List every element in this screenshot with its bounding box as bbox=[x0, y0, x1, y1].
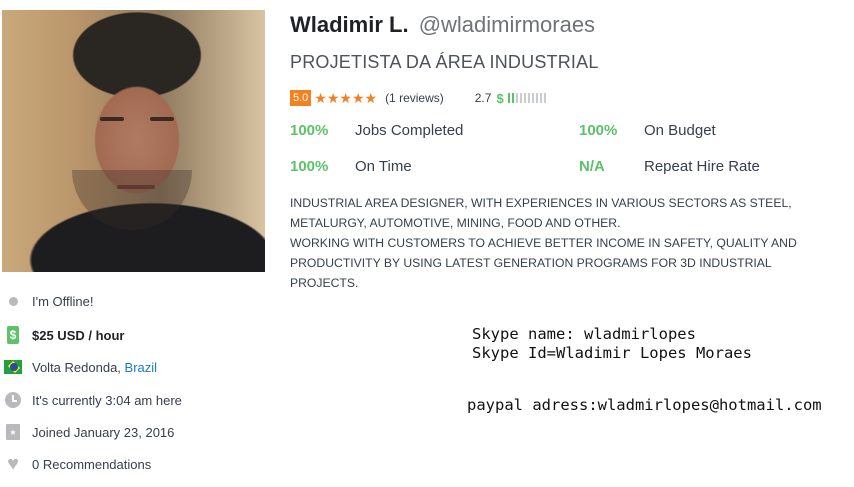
paypal-address: paypal adress:wladmirlopes@hotmail.com bbox=[467, 396, 822, 414]
money-icon: $ bbox=[4, 326, 22, 344]
earnings-bar bbox=[543, 93, 546, 103]
heart-icon: ♥ bbox=[7, 453, 19, 475]
location: Volta Redonda, Brazil bbox=[4, 358, 157, 376]
photo-mouth bbox=[117, 185, 155, 189]
skype-name: Skype name: wladmirlopes bbox=[472, 325, 696, 343]
country-link[interactable]: Brazil bbox=[125, 360, 158, 375]
earnings-bar bbox=[515, 93, 518, 103]
star-rating-icon: ★★★★★ bbox=[314, 89, 378, 106]
stat-value: 100% bbox=[290, 158, 329, 175]
earnings-bar bbox=[535, 93, 538, 103]
recommendations: ♥ 0 Recommendations bbox=[4, 453, 152, 475]
earnings-bar bbox=[523, 93, 526, 103]
stat-label: On Time bbox=[355, 158, 412, 175]
clock-icon bbox=[4, 391, 22, 409]
joined-date: ★ Joined January 23, 2016 bbox=[4, 423, 174, 441]
earnings-bar bbox=[539, 93, 542, 103]
stat-value: 100% bbox=[579, 122, 618, 139]
earnings-bar bbox=[519, 93, 522, 103]
earnings-bar bbox=[511, 93, 514, 103]
local-time: It's currently 3:04 am here bbox=[4, 391, 182, 409]
recommendations-text: 0 Recommendations bbox=[32, 456, 152, 472]
status-text: I'm Offline! bbox=[32, 293, 94, 309]
offline-dot-icon bbox=[4, 292, 22, 310]
reviews-link[interactable]: (1 reviews) bbox=[385, 91, 444, 105]
photo-beard-shading bbox=[72, 170, 192, 230]
dollar-icon: $ bbox=[496, 90, 504, 106]
summary-paragraph: WORKING WITH CUSTOMERS TO ACHIEVE BETTER… bbox=[290, 236, 797, 290]
earnings-bar bbox=[507, 93, 510, 103]
stat-label: Jobs Completed bbox=[355, 122, 464, 139]
local-time-text: It's currently 3:04 am here bbox=[32, 392, 182, 408]
rating-badge: 5.0 bbox=[290, 90, 312, 106]
skype-id: Skype Id=Wladimir Lopes Moraes bbox=[472, 344, 752, 362]
rating-row: 5.0 ★★★★★ (1 reviews) 2.7 $ bbox=[290, 90, 546, 106]
earnings-bars bbox=[507, 93, 546, 103]
photo-eye-left bbox=[100, 117, 124, 121]
username-handle: @wladimirmoraes bbox=[418, 12, 596, 37]
online-status: I'm Offline! bbox=[4, 292, 93, 310]
stat-label: On Budget bbox=[644, 122, 716, 139]
hourly-rate: $ $25 USD / hour bbox=[4, 326, 124, 344]
stat-value: 100% bbox=[290, 122, 329, 139]
profile-name: Wladimir L. @wladimirmoraes bbox=[290, 12, 595, 38]
summary-paragraph: INDUSTRIAL AREA DESIGNER, WITH EXPERIENC… bbox=[290, 196, 792, 230]
earnings-score: 2.7 bbox=[474, 91, 492, 105]
brazil-flag-icon bbox=[4, 358, 22, 376]
profile-photo bbox=[2, 10, 265, 272]
joined-text: Joined January 23, 2016 bbox=[32, 424, 175, 440]
earnings-bar bbox=[531, 93, 534, 103]
stat-label: Repeat Hire Rate bbox=[644, 158, 760, 175]
profile-headline: PROJETISTA DA ÁREA INDUSTRIAL bbox=[290, 52, 599, 72]
full-name: Wladimir L. bbox=[290, 12, 409, 37]
city-text: Volta Redonda, bbox=[32, 359, 121, 375]
photo-eye-right bbox=[150, 117, 174, 121]
calendar-icon: ★ bbox=[4, 423, 22, 441]
earnings-bar bbox=[527, 93, 530, 103]
stat-value: N/A bbox=[579, 158, 605, 175]
profile-summary: INDUSTRIAL AREA DESIGNER, WITH EXPERIENC… bbox=[290, 193, 830, 293]
rate-text: $25 USD / hour bbox=[32, 327, 125, 343]
